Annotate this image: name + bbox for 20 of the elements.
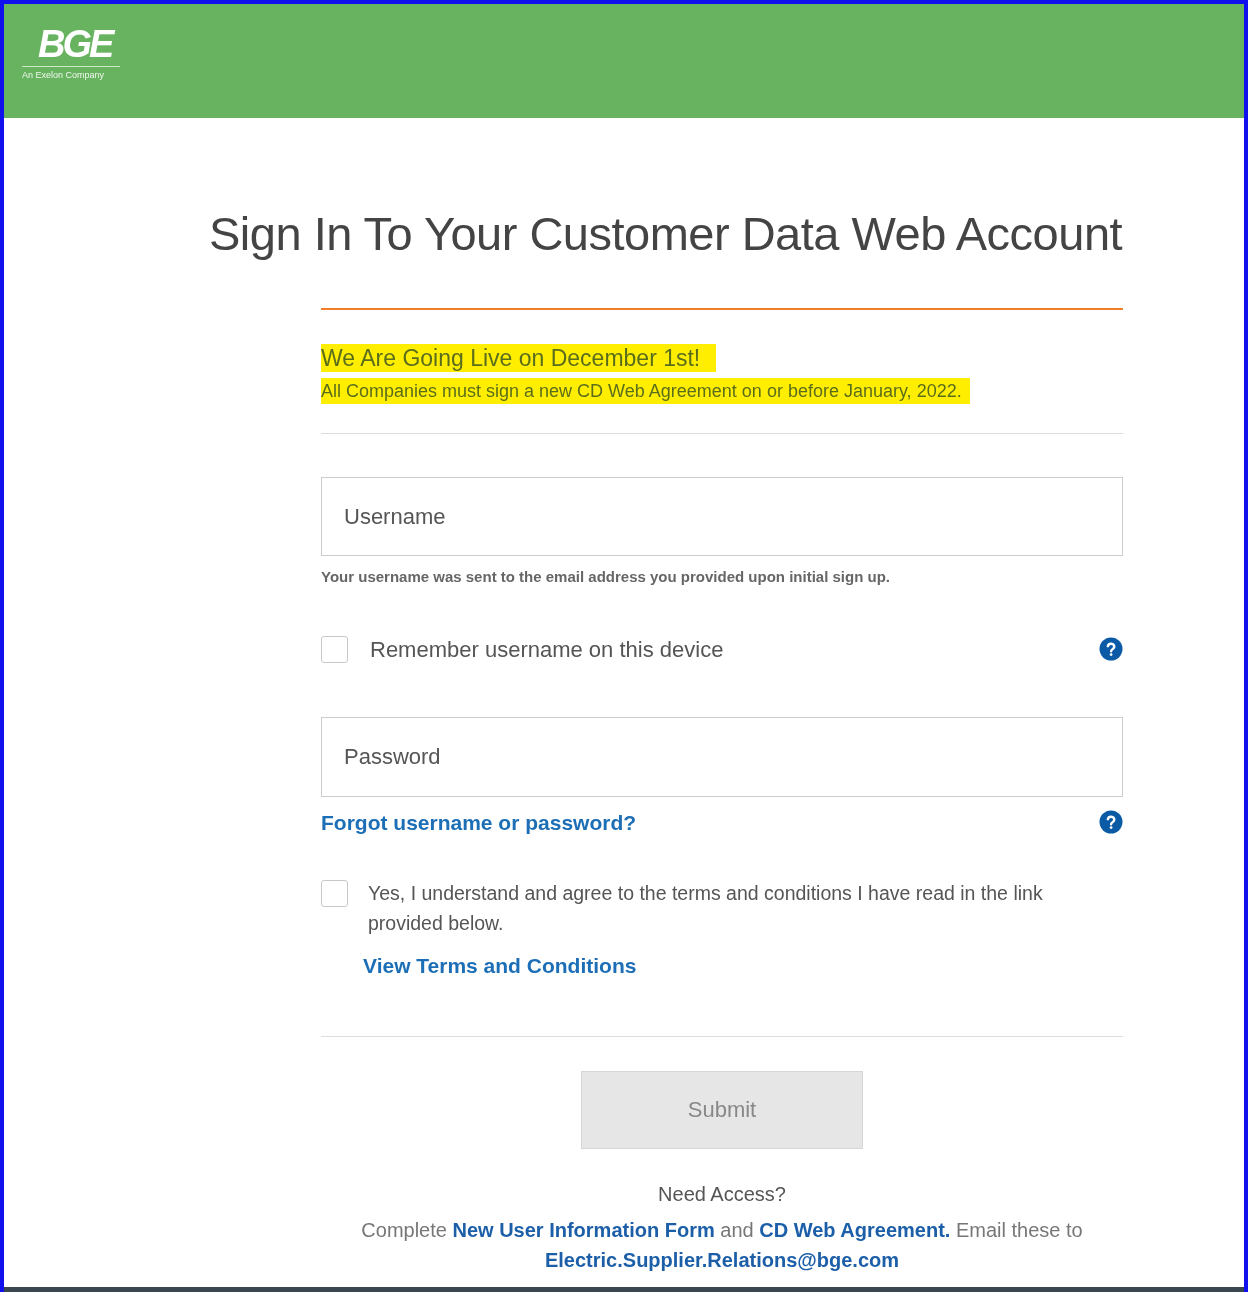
tagline: An Exelon Company	[22, 69, 105, 82]
help-icon[interactable]	[1099, 637, 1123, 661]
footer-link[interactable]: Electric.Supplier.Relations@bge.com	[544, 1248, 899, 1271]
need-access-heading: Need Access?	[658, 1181, 786, 1207]
password-field[interactable]: Password	[321, 716, 1123, 797]
checkbox[interactable]	[321, 635, 348, 663]
footer-link[interactable]: CD Web Agreement.	[759, 1218, 951, 1241]
access-instructions: Complete New User Information Form and CD Web Agreement. Email these to Electric.Supplier.Relations@bge.com	[360, 1217, 1084, 1273]
username-field[interactable]: Username	[321, 477, 1123, 556]
terms-link[interactable]: View Terms and Conditions	[363, 950, 637, 982]
checkbox-label: Yes, I understand and agree to the terms and conditions I have read in the link provided below.	[368, 881, 1044, 936]
help-icon[interactable]	[1099, 810, 1123, 835]
page-title: Sign In To Your Customer Data Web Account	[209, 206, 1124, 262]
footer-link[interactable]: New User Information Form	[452, 1218, 715, 1241]
username-hint: Your username was sent to the email address you provided upon initial sign up.	[321, 567, 891, 587]
notice-heading: We Are Going Live on December 1st!	[321, 344, 717, 372]
checkbox[interactable]	[321, 880, 348, 907]
checkbox-label: Remember username on this device	[370, 635, 725, 664]
notice-text: All Companies must sign a new CD Web Agreement on or before January, 2022.	[321, 378, 970, 404]
forgot-link[interactable]: Forgot username or password?	[321, 806, 637, 838]
